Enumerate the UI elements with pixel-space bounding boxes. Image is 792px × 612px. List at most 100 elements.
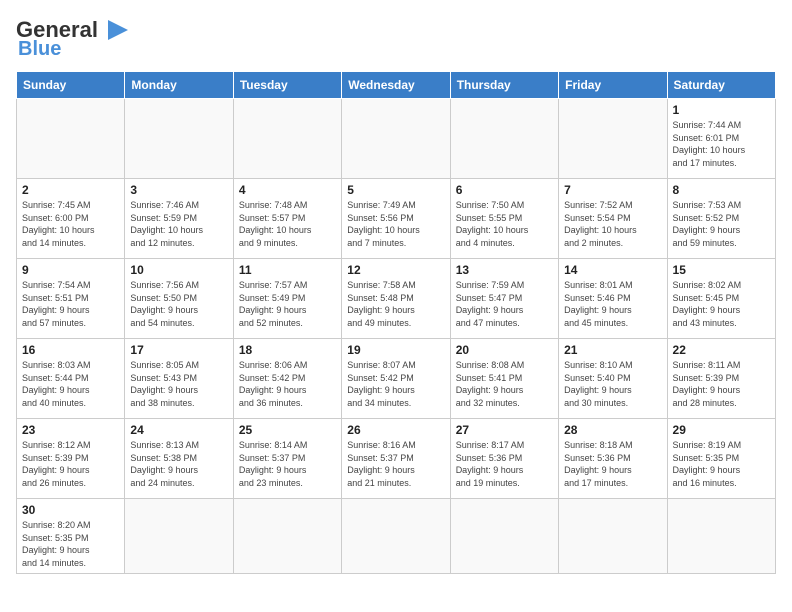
day-number: 19 [347,343,444,357]
day-info: Sunrise: 8:10 AM Sunset: 5:40 PM Dayligh… [564,359,661,409]
day-number: 22 [673,343,770,357]
day-number: 6 [456,183,553,197]
day-cell: 22 Sunrise: 8:11 AM Sunset: 5:39 PM Dayli… [667,339,775,419]
day-cell: 30Sunrise: 8:20 AM Sunset: 5:35 PM Dayli… [17,499,125,574]
day-info: Sunrise: 7:52 AM Sunset: 5:54 PM Dayligh… [564,199,661,249]
day-number: 12 [347,263,444,277]
day-cell: 26Sunrise: 8:16 AM Sunset: 5:37 PM Dayli… [342,419,450,499]
day-info: Sunrise: 7:50 AM Sunset: 5:55 PM Dayligh… [456,199,553,249]
day-info: Sunrise: 8:11 AM Sunset: 5:39 PM Dayligh… [673,359,770,409]
day-cell [450,499,558,574]
day-cell: 23 Sunrise: 8:12 AM Sunset: 5:39 PM Dayli… [17,419,125,499]
day-info: Sunrise: 7:44 AM Sunset: 6:01 PM Dayligh… [673,119,770,169]
day-cell [233,99,341,179]
day-cell [125,99,233,179]
day-info: Sunrise: 8:13 AM Sunset: 5:38 PM Dayligh… [130,439,227,489]
day-cell: 16 Sunrise: 8:03 AM Sunset: 5:44 PM Dayli… [17,339,125,419]
day-info: Sunrise: 7:56 AM Sunset: 5:50 PM Dayligh… [130,279,227,329]
day-number: 29 [673,423,770,437]
day-cell [342,499,450,574]
column-header-saturday: Saturday [667,72,775,99]
day-number: 2 [22,183,119,197]
day-info: Sunrise: 7:58 AM Sunset: 5:48 PM Dayligh… [347,279,444,329]
day-info: Sunrise: 7:48 AM Sunset: 5:57 PM Dayligh… [239,199,336,249]
day-info: Sunrise: 7:53 AM Sunset: 5:52 PM Dayligh… [673,199,770,249]
day-number: 13 [456,263,553,277]
day-number: 1 [673,103,770,117]
day-number: 5 [347,183,444,197]
day-cell: 8 Sunrise: 7:53 AM Sunset: 5:52 PM Daylig… [667,179,775,259]
day-cell: 28 Sunrise: 8:18 AM Sunset: 5:36 PM Dayli… [559,419,667,499]
day-info: Sunrise: 8:18 AM Sunset: 5:36 PM Dayligh… [564,439,661,489]
day-number: 18 [239,343,336,357]
day-cell: 11 Sunrise: 7:57 AM Sunset: 5:49 PM Dayli… [233,259,341,339]
day-cell: 6 Sunrise: 7:50 AM Sunset: 5:55 PM Daylig… [450,179,558,259]
header: General Blue [16,16,776,61]
day-info: Sunrise: 7:59 AM Sunset: 5:47 PM Dayligh… [456,279,553,329]
day-info: Sunrise: 7:57 AM Sunset: 5:49 PM Dayligh… [239,279,336,329]
day-number: 26 [347,423,444,437]
day-number: 24 [130,423,227,437]
day-number: 3 [130,183,227,197]
day-cell: 21Sunrise: 8:10 AM Sunset: 5:40 PM Dayli… [559,339,667,419]
day-cell [667,499,775,574]
day-cell [233,499,341,574]
day-cell: 27Sunrise: 8:17 AM Sunset: 5:36 PM Dayli… [450,419,558,499]
day-number: 20 [456,343,553,357]
calendar-header-row: SundayMondayTuesdayWednesdayThursdayFrid… [17,72,776,99]
day-cell: 1 Sunrise: 7:44 AM Sunset: 6:01 PM Daylig… [667,99,775,179]
logo-blue-text: Blue [18,38,61,61]
day-cell: 24 Sunrise: 8:13 AM Sunset: 5:38 PM Dayli… [125,419,233,499]
week-row-2: 2Sunrise: 7:45 AM Sunset: 6:00 PM Daylig… [17,179,776,259]
day-info: Sunrise: 7:49 AM Sunset: 5:56 PM Dayligh… [347,199,444,249]
day-cell: 18 Sunrise: 8:06 AM Sunset: 5:42 PM Dayli… [233,339,341,419]
column-header-monday: Monday [125,72,233,99]
column-header-wednesday: Wednesday [342,72,450,99]
column-header-friday: Friday [559,72,667,99]
column-header-thursday: Thursday [450,72,558,99]
day-cell: 14 Sunrise: 8:01 AM Sunset: 5:46 PM Dayli… [559,259,667,339]
day-cell: 19Sunrise: 8:07 AM Sunset: 5:42 PM Dayli… [342,339,450,419]
day-number: 14 [564,263,661,277]
day-number: 27 [456,423,553,437]
day-number: 23 [22,423,119,437]
day-cell: 7 Sunrise: 7:52 AM Sunset: 5:54 PM Daylig… [559,179,667,259]
day-info: Sunrise: 8:12 AM Sunset: 5:39 PM Dayligh… [22,439,119,489]
day-number: 11 [239,263,336,277]
day-number: 16 [22,343,119,357]
day-info: Sunrise: 7:54 AM Sunset: 5:51 PM Dayligh… [22,279,119,329]
day-cell [125,499,233,574]
day-info: Sunrise: 8:02 AM Sunset: 5:45 PM Dayligh… [673,279,770,329]
day-cell: 12 Sunrise: 7:58 AM Sunset: 5:48 PM Dayli… [342,259,450,339]
day-cell: 5 Sunrise: 7:49 AM Sunset: 5:56 PM Daylig… [342,179,450,259]
day-number: 7 [564,183,661,197]
day-cell: 13 Sunrise: 7:59 AM Sunset: 5:47 PM Dayli… [450,259,558,339]
day-info: Sunrise: 8:19 AM Sunset: 5:35 PM Dayligh… [673,439,770,489]
week-row-4: 16 Sunrise: 8:03 AM Sunset: 5:44 PM Dayli… [17,339,776,419]
day-number: 30 [22,503,119,517]
logo: General Blue [16,16,132,61]
day-cell [17,99,125,179]
day-number: 15 [673,263,770,277]
day-number: 28 [564,423,661,437]
day-cell: 15 Sunrise: 8:02 AM Sunset: 5:45 PM Dayli… [667,259,775,339]
day-info: Sunrise: 7:46 AM Sunset: 5:59 PM Dayligh… [130,199,227,249]
day-info: Sunrise: 8:01 AM Sunset: 5:46 PM Dayligh… [564,279,661,329]
day-info: Sunrise: 8:08 AM Sunset: 5:41 PM Dayligh… [456,359,553,409]
day-cell: 25Sunrise: 8:14 AM Sunset: 5:37 PM Dayli… [233,419,341,499]
day-number: 10 [130,263,227,277]
day-info: Sunrise: 8:06 AM Sunset: 5:42 PM Dayligh… [239,359,336,409]
calendar: SundayMondayTuesdayWednesdayThursdayFrid… [16,71,776,574]
week-row-3: 9Sunrise: 7:54 AM Sunset: 5:51 PM Daylig… [17,259,776,339]
day-number: 8 [673,183,770,197]
day-info: Sunrise: 8:03 AM Sunset: 5:44 PM Dayligh… [22,359,119,409]
day-cell [342,99,450,179]
column-header-tuesday: Tuesday [233,72,341,99]
logo-triangle-icon [100,16,132,44]
day-number: 17 [130,343,227,357]
day-cell [559,499,667,574]
column-header-sunday: Sunday [17,72,125,99]
day-info: Sunrise: 8:05 AM Sunset: 5:43 PM Dayligh… [130,359,227,409]
day-cell: 3 Sunrise: 7:46 AM Sunset: 5:59 PM Daylig… [125,179,233,259]
day-cell [450,99,558,179]
